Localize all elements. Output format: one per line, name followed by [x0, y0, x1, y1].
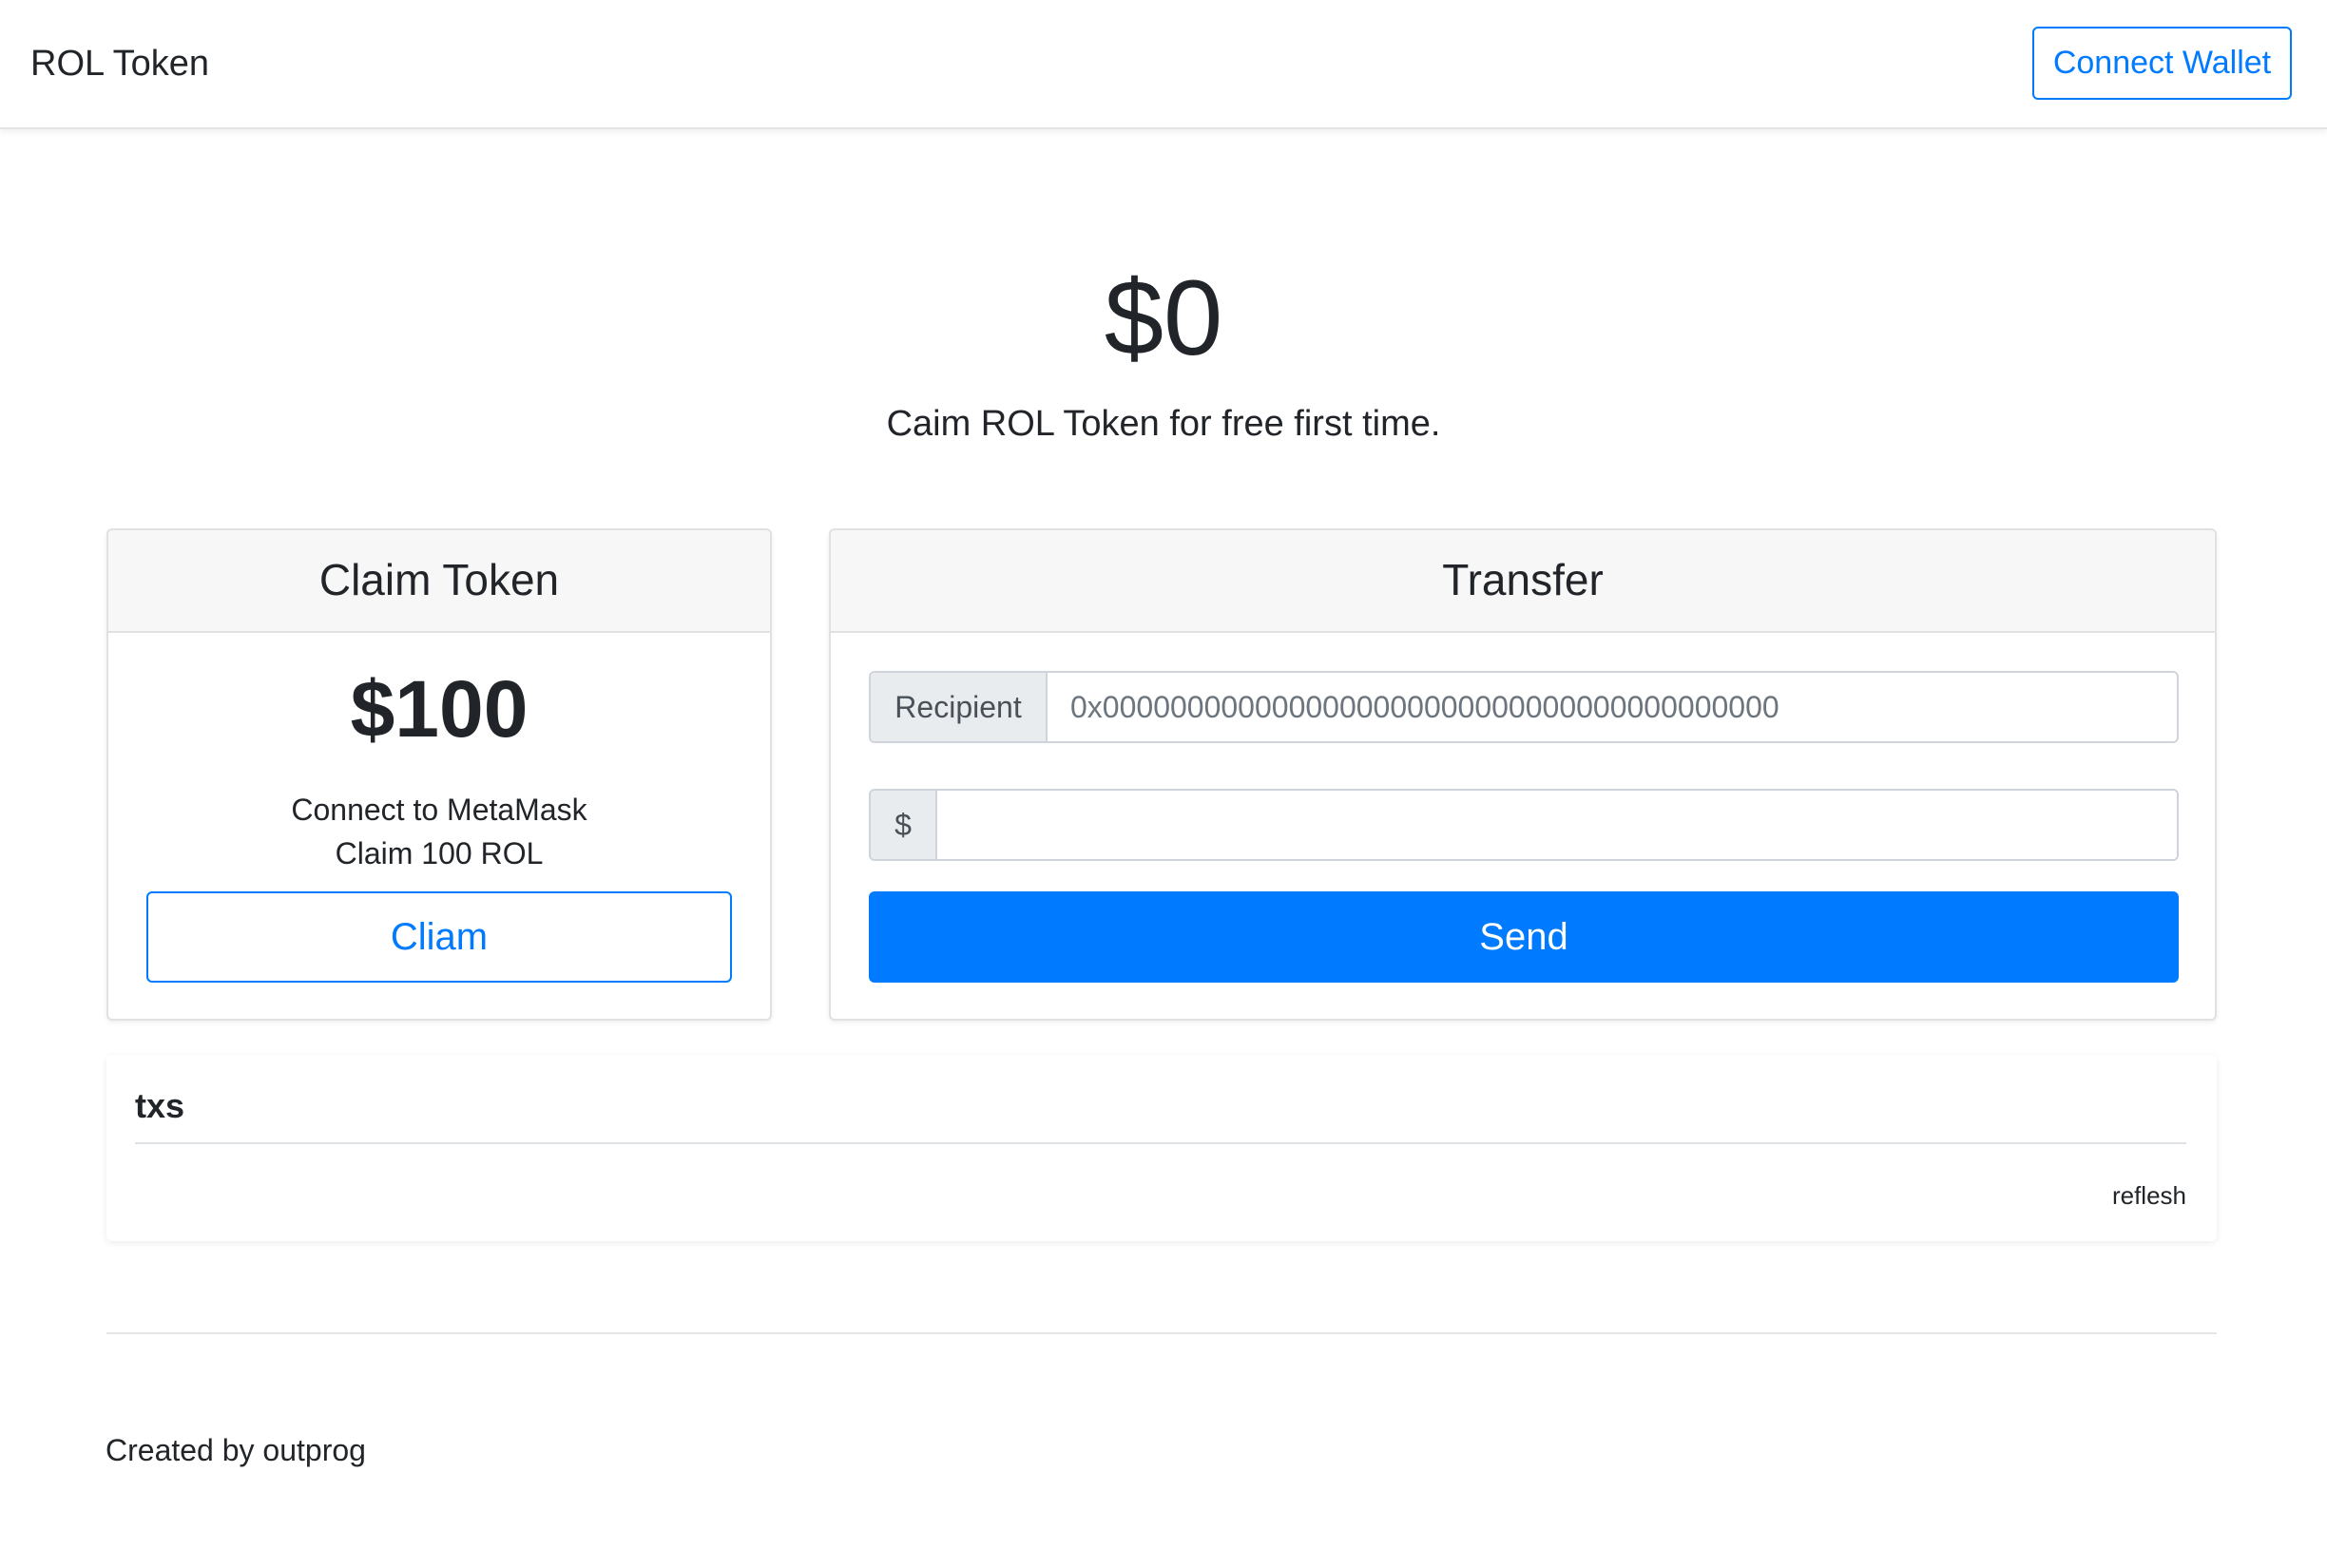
claim-amount: $100	[350, 664, 529, 754]
balance-display: $0	[1104, 258, 1223, 377]
claim-instruction-amount: Claim 100 ROL	[335, 836, 544, 870]
amount-input-group: $	[869, 789, 2179, 861]
hero-lead-text: Caim ROL Token for free first time.	[886, 404, 1441, 444]
footer-divider	[106, 1332, 2217, 1334]
recipient-input-group: Recipient	[869, 671, 2179, 743]
footer-credit: Created by outprog	[106, 1433, 366, 1467]
transfer-card-header: Transfer	[831, 530, 2215, 633]
recipient-input[interactable]	[1048, 673, 2177, 741]
brand-title[interactable]: ROL Token	[30, 40, 209, 87]
claim-token-card: Claim Token $100 Connect to MetaMask Cla…	[106, 528, 772, 1021]
recipient-label: Recipient	[871, 673, 1048, 741]
top-navbar: ROL Token Connect Wallet	[0, 0, 2327, 129]
amount-input[interactable]	[937, 791, 2177, 859]
txs-title: txs	[135, 1086, 185, 1125]
transactions-panel: txs reflesh	[106, 1055, 2217, 1241]
txs-divider	[135, 1142, 2186, 1144]
claim-instruction-connect: Connect to MetaMask	[291, 793, 587, 827]
claim-button[interactable]: Cliam	[146, 891, 732, 983]
connect-wallet-button[interactable]: Connect Wallet	[2032, 27, 2292, 100]
claim-card-header: Claim Token	[108, 530, 770, 633]
send-button[interactable]: Send	[869, 891, 2179, 983]
transfer-card: Transfer Recipient $ Send	[829, 528, 2217, 1021]
dollar-prefix: $	[871, 791, 937, 859]
refresh-link[interactable]: reflesh	[2112, 1178, 2186, 1213]
